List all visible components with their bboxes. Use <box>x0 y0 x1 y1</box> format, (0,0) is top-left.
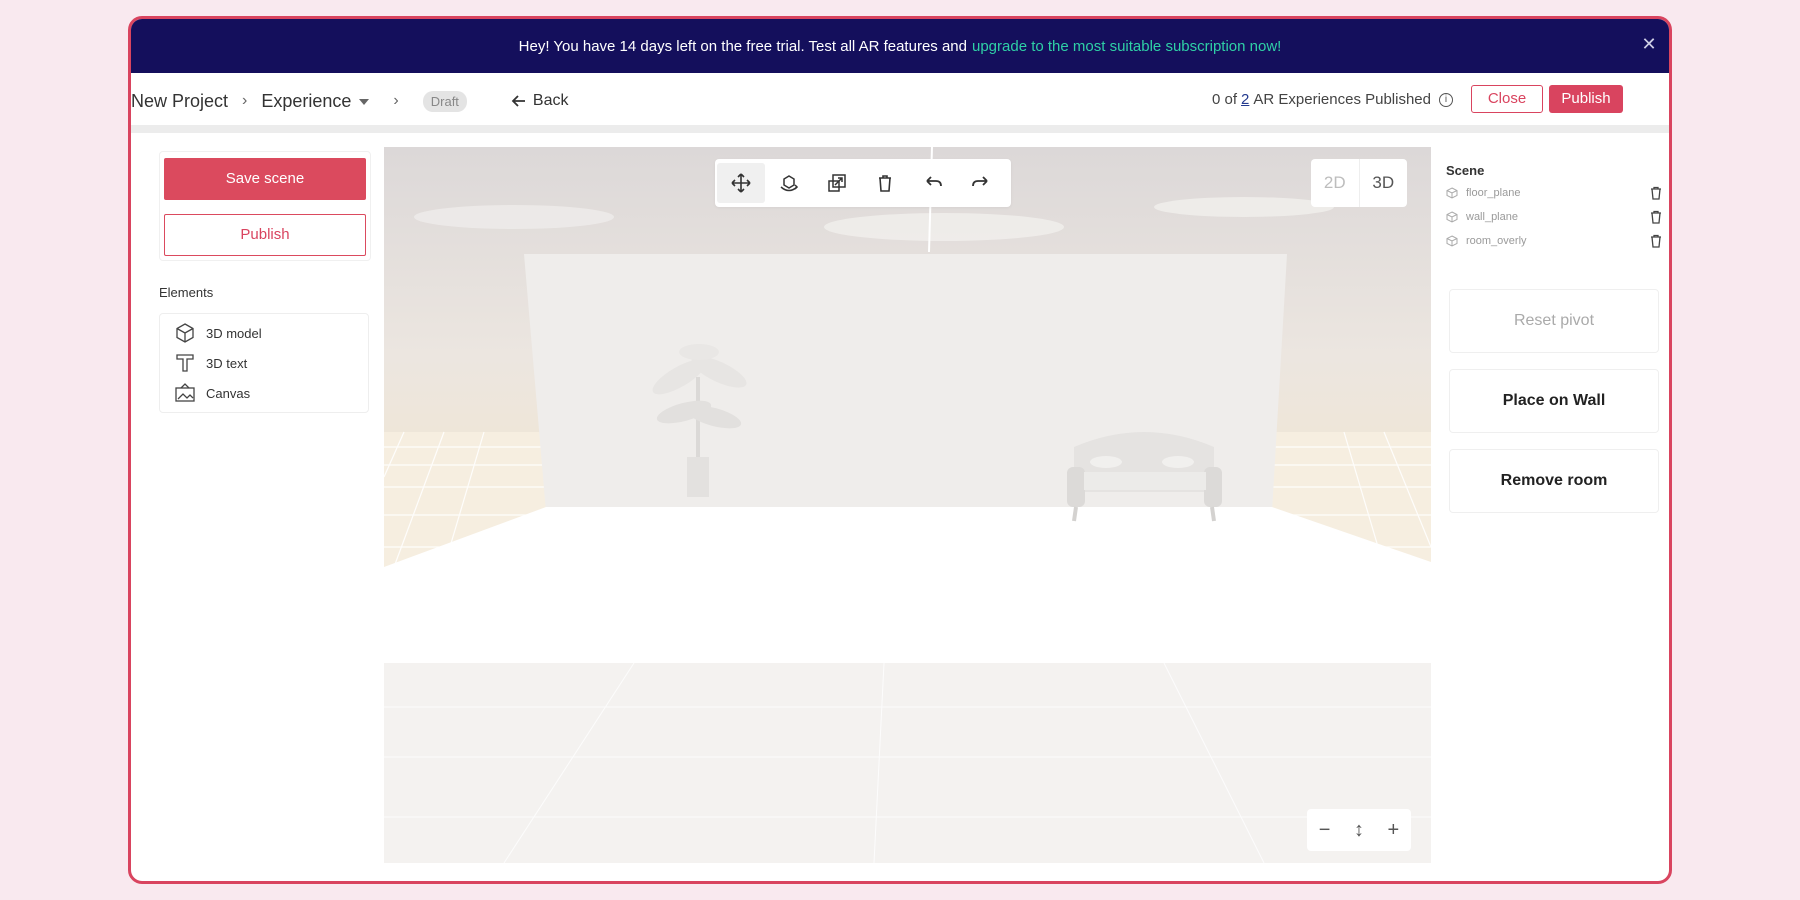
scene-item-label: floor_plane <box>1466 187 1521 199</box>
banner-text: Hey! You have 14 days left on the free t… <box>518 37 967 55</box>
element-3d-text[interactable]: 3D text <box>174 352 247 374</box>
2d-toggle[interactable]: 2D <box>1311 159 1360 207</box>
zoom-in-button[interactable]: + <box>1388 819 1400 842</box>
element-3d-model[interactable]: 3D model <box>174 322 262 344</box>
scene-item-floor-plane[interactable]: floor_plane <box>1446 187 1520 199</box>
publish-count-suffix: AR Experiences Published <box>1253 91 1431 108</box>
divider <box>131 125 1669 133</box>
scene-item-wall-plane[interactable]: wall_plane <box>1446 211 1518 223</box>
delete-tool[interactable] <box>861 163 909 203</box>
scene-item-room-overly[interactable]: room_overly <box>1446 235 1527 247</box>
scale-tool[interactable] <box>813 163 861 203</box>
rotate-icon <box>780 175 799 192</box>
trash-icon[interactable] <box>1649 210 1663 224</box>
publish-count-prefix: 0 of <box>1212 91 1238 108</box>
element-canvas[interactable]: Canvas <box>174 382 250 404</box>
close-icon[interactable]: ✕ <box>1637 32 1661 56</box>
text-t-icon <box>176 354 194 372</box>
info-icon[interactable]: i <box>1439 92 1453 107</box>
scene-render <box>384 147 1431 863</box>
back-label: Back <box>532 92 569 109</box>
trash-icon[interactable] <box>1649 186 1663 200</box>
scene-item-label: room_overly <box>1466 235 1527 247</box>
app-window: Hey! You have 14 days left on the free t… <box>128 16 1672 884</box>
close-button[interactable]: Close <box>1471 85 1543 113</box>
chevron-right-icon: › <box>242 92 248 109</box>
element-label: Canvas <box>206 385 251 401</box>
trial-banner: Hey! You have 14 days left on the free t… <box>131 19 1669 73</box>
publish-count-total[interactable]: 2 <box>1241 91 1249 108</box>
upgrade-link[interactable]: upgrade to the most suitable subscriptio… <box>972 38 1281 55</box>
status-badge: Draft <box>422 90 467 112</box>
dimension-switch: 2D 3D <box>1311 159 1407 207</box>
caret-down-icon <box>359 98 370 105</box>
cube-icon <box>176 323 194 343</box>
breadcrumb-project[interactable]: New Project <box>131 91 228 112</box>
trash-icon[interactable] <box>1649 234 1663 248</box>
element-label: 3D model <box>206 325 262 341</box>
move-tool[interactable] <box>717 163 765 203</box>
3d-toggle[interactable]: 3D <box>1360 159 1408 207</box>
fit-view-button[interactable]: ↕ <box>1354 819 1364 842</box>
undo-tool[interactable] <box>909 163 957 203</box>
publish-button[interactable]: Publish <box>1549 85 1623 113</box>
undo-icon <box>926 176 942 187</box>
rotate-tool[interactable] <box>765 163 813 203</box>
cube-icon <box>1446 235 1458 247</box>
save-scene-button[interactable]: Save scene <box>164 158 366 200</box>
remove-room-button[interactable]: Remove room <box>1449 449 1659 513</box>
trash-icon <box>879 175 891 192</box>
arrow-left-icon <box>511 95 525 107</box>
scene-heading: Scene <box>1446 163 1485 178</box>
zoom-controls: − ↕ + <box>1307 809 1411 851</box>
canvas-image-icon <box>175 383 195 402</box>
transform-toolbar <box>715 159 1011 207</box>
redo-icon <box>972 176 988 187</box>
chevron-right-icon: › <box>393 92 399 109</box>
move-arrows-icon <box>731 173 751 193</box>
3d-viewport[interactable]: 2D 3D − ↕ + <box>384 147 1431 863</box>
cube-icon <box>1446 211 1458 223</box>
top-bar: New Project › Experience › Draft Back 0 … <box>131 73 1669 129</box>
elements-list: 3D model 3D text Canvas <box>159 313 369 413</box>
redo-tool[interactable] <box>957 163 1005 203</box>
publish-count: 0 of 2 AR Experiences Published i <box>1212 91 1453 108</box>
elements-heading: Elements <box>159 285 214 300</box>
breadcrumb-experience[interactable]: Experience <box>261 90 370 112</box>
place-on-wall-button[interactable]: Place on Wall <box>1449 369 1659 433</box>
experience-label: Experience <box>261 90 352 111</box>
reset-pivot-button[interactable]: Reset pivot <box>1449 289 1659 353</box>
scale-icon <box>828 174 846 192</box>
element-label: 3D text <box>206 355 248 371</box>
back-button[interactable]: Back <box>511 92 569 110</box>
cube-icon <box>1446 187 1458 199</box>
zoom-out-button[interactable]: − <box>1319 819 1331 842</box>
scene-actions-card: Save scene Publish <box>159 151 371 261</box>
scene-item-label: wall_plane <box>1466 211 1518 223</box>
publish-scene-button[interactable]: Publish <box>164 214 366 256</box>
